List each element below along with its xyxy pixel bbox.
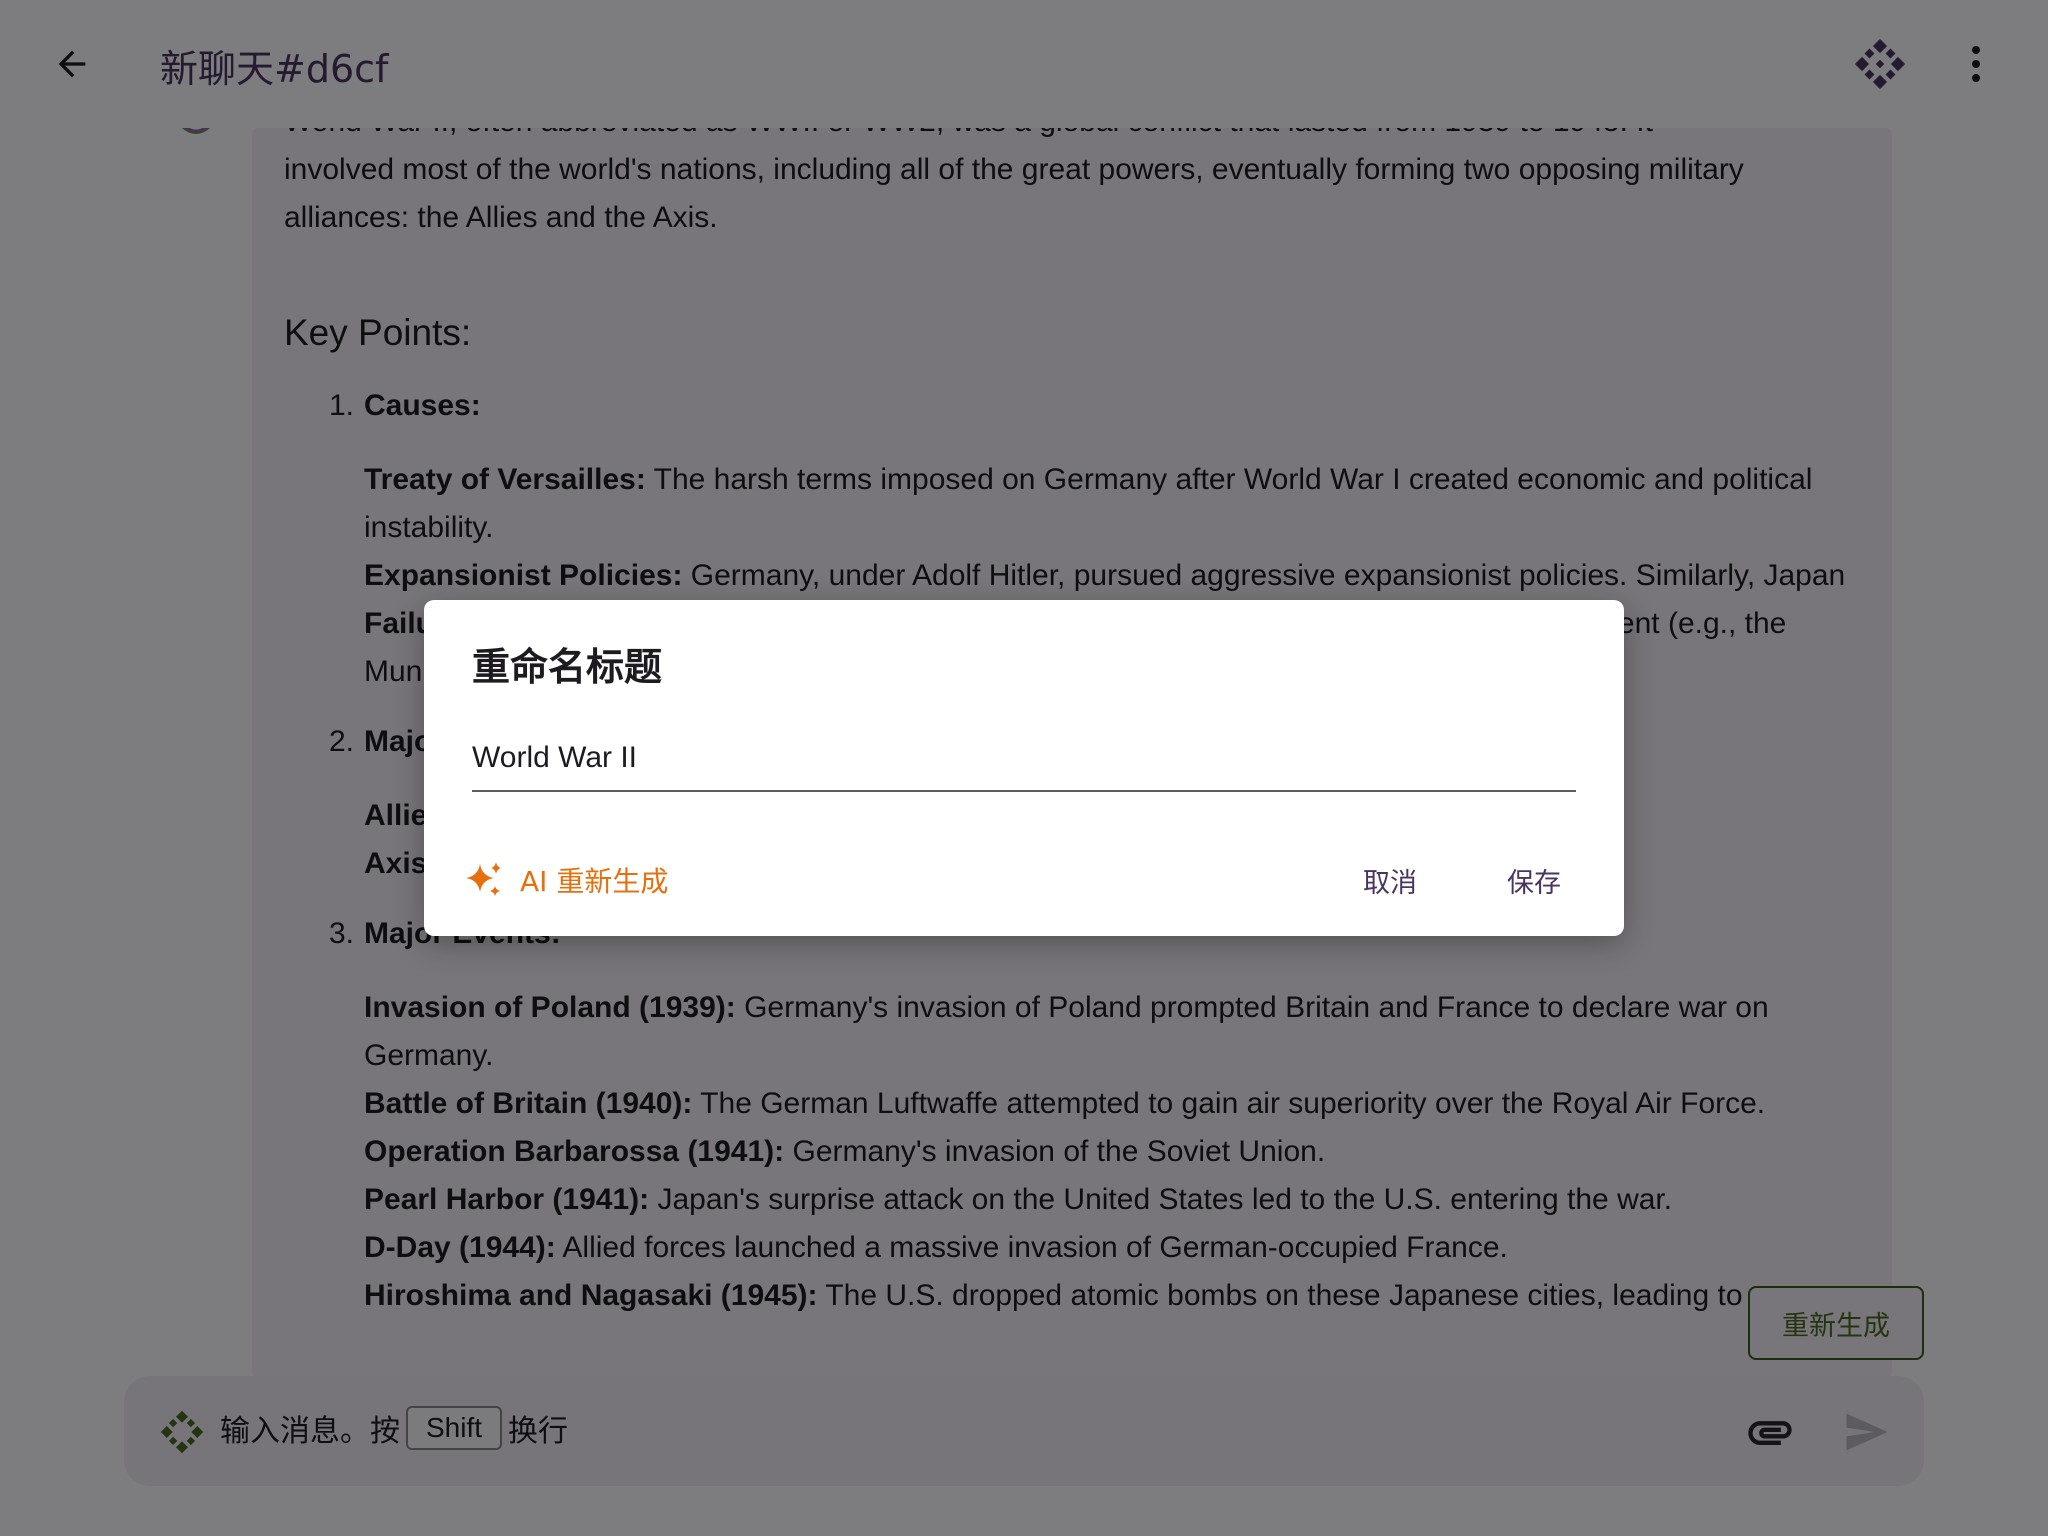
- app: 新聊天#d6cf: [0, 0, 2048, 1536]
- save-button[interactable]: 保存: [1484, 852, 1584, 908]
- ai-regenerate-label: AI 重新生成: [520, 865, 669, 898]
- cancel-button[interactable]: 取消: [1340, 852, 1440, 908]
- title-input[interactable]: [472, 734, 1576, 792]
- rename-title-dialog: 重命名标题 AI 重新生成 取消 保存: [424, 600, 1624, 936]
- sparkles-icon: [466, 862, 501, 896]
- ai-regenerate-button[interactable]: AI 重新生成: [464, 860, 668, 900]
- dialog-title: 重命名标题: [472, 645, 663, 689]
